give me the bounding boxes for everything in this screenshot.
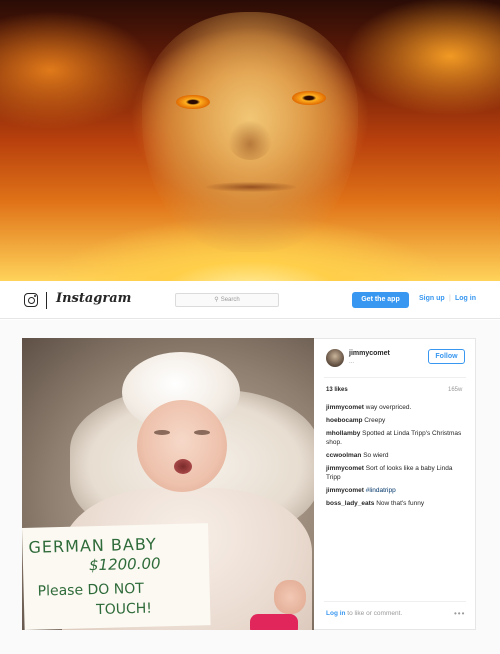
login-to-comment: Log in to like or comment. [326,610,402,617]
post-username[interactable]: jimmycomet [349,350,390,357]
post-photo[interactable]: GERMAN BABY $1200.00 Please DO NOT TOUCH… [22,338,314,630]
baby-left-eye [154,430,170,435]
sign-line-4: TOUCH! [95,600,153,619]
comment: mhollamby Spotted at Linda Tripp's Chris… [326,429,466,447]
post-location: ... [349,359,355,365]
baby-right-eye [194,430,210,435]
fire-face-image [0,0,500,281]
sign-line-1: GERMAN BABY [28,534,157,557]
comment-user[interactable]: jimmycomet [326,487,364,494]
divider [324,377,466,378]
auth-separator: | [449,295,451,302]
pink-toy [250,614,298,630]
comments-list: jimmycomet way overpriced. hoebocamp Cre… [326,403,466,512]
comment-text: Creepy [362,417,386,424]
sign-line-3: Please DO NOT [37,580,145,600]
nose [228,120,272,160]
comment-text: So wierd [361,452,389,459]
get-the-app-button[interactable]: Get the app [352,292,409,308]
sign-up-link[interactable]: Sign up [419,295,445,302]
comment-user[interactable]: jimmycomet [326,465,364,472]
sign-line-2: $1200.00 [88,554,161,575]
avatar[interactable] [326,349,344,367]
search-icon: ⚲ [214,297,219,303]
comment: jimmycomet Sort of looks like a baby Lin… [326,464,466,482]
footer-text: to like or comment. [345,610,403,617]
comment-user[interactable]: mhollamby [326,430,360,437]
comment-text: Now that's funny [374,500,425,507]
comment-user[interactable]: ccwoolman [326,452,361,459]
comment-user[interactable]: jimmycomet [326,404,364,411]
comment-user[interactable]: hoebocamp [326,417,362,424]
comment: jimmycomet way overpriced. [326,403,466,412]
comment-user[interactable]: boss_lady_eats [326,500,374,507]
search-placeholder: Search [220,297,240,303]
post-age: 165w [448,387,463,393]
likes-count[interactable]: 13 likes [326,387,348,393]
comment-text: way overpriced. [363,404,412,411]
follow-button[interactable]: Follow [428,349,465,364]
instagram-wordmark[interactable]: Instagram [56,291,131,306]
comment: jimmycomet #lindatripp [326,486,466,495]
right-eye [292,91,326,105]
baby-hand [274,580,306,614]
hashtag-link[interactable]: #lindatripp [364,487,396,494]
search-input[interactable]: ⚲ Search [175,293,279,307]
footer-log-in-link[interactable]: Log in [326,610,346,617]
handwritten-sign: GERMAN BABY $1200.00 Please DO NOT TOUCH… [22,523,211,630]
comment: hoebocamp Creepy [326,416,466,425]
baby-face [137,400,227,492]
divider [324,601,466,602]
comment: ccwoolman So wierd [326,451,466,460]
log-in-link[interactable]: Log in [455,295,476,302]
logo-separator [46,292,47,309]
instagram-camera-icon[interactable] [24,293,38,307]
more-options-icon[interactable]: ••• [454,609,465,618]
mouth [206,182,296,192]
left-eye [176,95,210,109]
baby-mouth [174,459,192,474]
instagram-header: Instagram ⚲ Search Get the app Sign up | … [0,281,500,319]
post-side-panel: jimmycomet ... Follow 13 likes 165w jimm… [314,338,476,630]
comment: boss_lady_eats Now that's funny [326,499,466,508]
